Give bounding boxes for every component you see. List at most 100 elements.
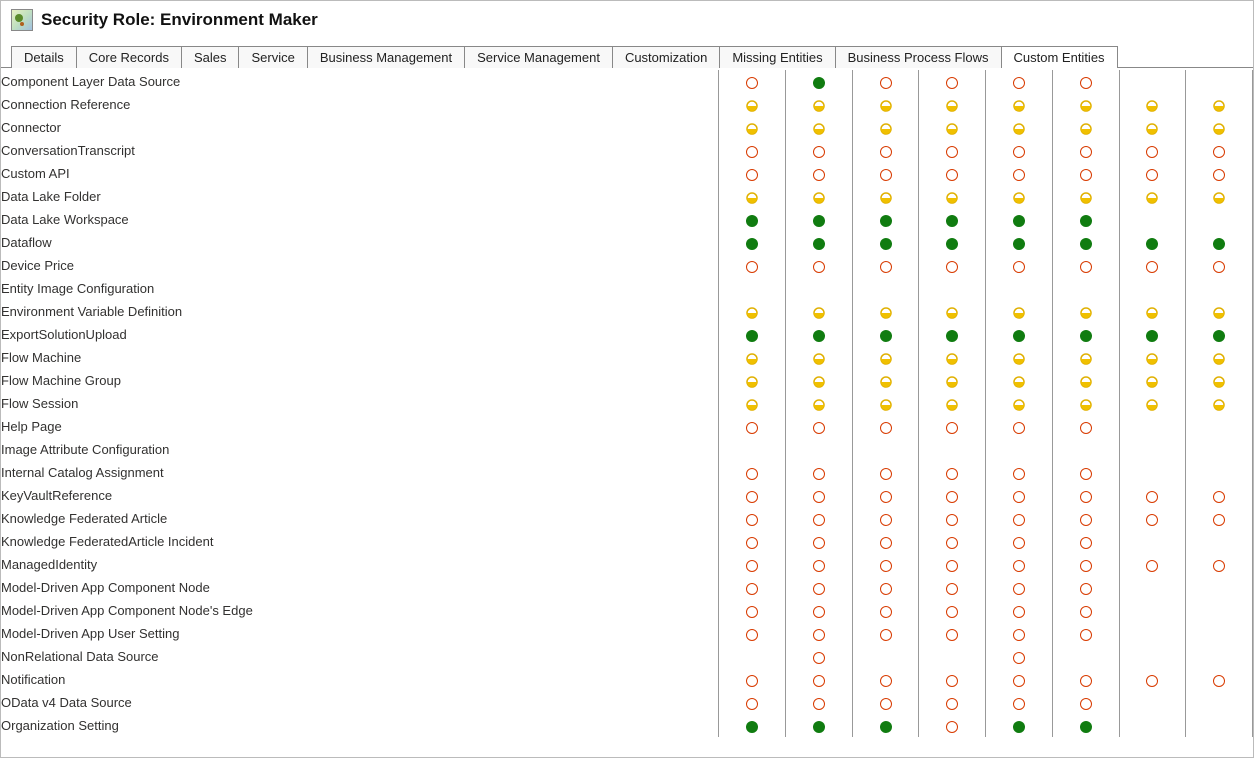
privilege-cell[interactable]: [786, 116, 853, 139]
entity-name-cell[interactable]: Flow Machine: [1, 346, 719, 369]
privilege-none-icon[interactable]: [1080, 675, 1092, 687]
privilege-partial-icon[interactable]: [746, 307, 758, 319]
privilege-none-icon[interactable]: [880, 583, 892, 595]
privilege-none-icon[interactable]: [1013, 537, 1025, 549]
privilege-cell[interactable]: [1052, 668, 1119, 691]
privilege-cell[interactable]: [852, 461, 919, 484]
privilege-cell[interactable]: [919, 576, 986, 599]
privilege-none-icon[interactable]: [946, 261, 958, 273]
privilege-cell[interactable]: [852, 139, 919, 162]
privilege-partial-icon[interactable]: [1080, 376, 1092, 388]
privilege-org-icon[interactable]: [813, 238, 825, 250]
privilege-cell[interactable]: [1186, 139, 1253, 162]
privilege-cell[interactable]: [1119, 162, 1186, 185]
privilege-none-icon[interactable]: [880, 629, 892, 641]
privilege-partial-icon[interactable]: [946, 100, 958, 112]
privilege-cell[interactable]: [719, 277, 786, 300]
entity-name-cell[interactable]: Device Price: [1, 254, 719, 277]
privilege-none-icon[interactable]: [880, 675, 892, 687]
privilege-none-icon[interactable]: [746, 146, 758, 158]
privilege-cell[interactable]: [1052, 93, 1119, 116]
entity-name-cell[interactable]: Help Page: [1, 415, 719, 438]
entity-name-cell[interactable]: ManagedIdentity: [1, 553, 719, 576]
privilege-cell[interactable]: [1052, 369, 1119, 392]
privilege-none-icon[interactable]: [1146, 560, 1158, 572]
privilege-none-icon[interactable]: [1013, 261, 1025, 273]
privilege-cell[interactable]: [1119, 185, 1186, 208]
privilege-none-icon[interactable]: [946, 514, 958, 526]
privilege-cell[interactable]: [852, 70, 919, 93]
privilege-cell[interactable]: [919, 346, 986, 369]
privilege-cell[interactable]: [852, 553, 919, 576]
privilege-cell[interactable]: [786, 323, 853, 346]
privilege-cell[interactable]: [919, 553, 986, 576]
privilege-cell[interactable]: [786, 185, 853, 208]
privilege-none-icon[interactable]: [880, 606, 892, 618]
privilege-cell[interactable]: [852, 576, 919, 599]
privilege-none-icon[interactable]: [813, 146, 825, 158]
privilege-cell[interactable]: [1119, 208, 1186, 231]
privilege-cell[interactable]: [786, 231, 853, 254]
privilege-none-icon[interactable]: [1213, 169, 1225, 181]
privilege-cell[interactable]: [786, 300, 853, 323]
privilege-cell[interactable]: [1052, 438, 1119, 461]
privilege-none-icon[interactable]: [1146, 169, 1158, 181]
privilege-cell[interactable]: [986, 530, 1053, 553]
privilege-cell[interactable]: [1186, 277, 1253, 300]
privilege-cell[interactable]: [1052, 116, 1119, 139]
privilege-cell[interactable]: [1052, 553, 1119, 576]
privilege-cell[interactable]: [986, 277, 1053, 300]
privilege-cell[interactable]: [986, 162, 1053, 185]
entity-name-cell[interactable]: Organization Setting: [1, 714, 719, 737]
privilege-cell[interactable]: [1186, 162, 1253, 185]
privilege-none-icon[interactable]: [813, 422, 825, 434]
privilege-none-icon[interactable]: [1013, 652, 1025, 664]
privilege-cell[interactable]: [1186, 714, 1253, 737]
privilege-cell[interactable]: [1052, 346, 1119, 369]
privilege-cell[interactable]: [986, 93, 1053, 116]
tab-service[interactable]: Service: [238, 46, 307, 68]
privilege-partial-icon[interactable]: [880, 376, 892, 388]
privilege-cell[interactable]: [786, 438, 853, 461]
privilege-cell[interactable]: [1119, 553, 1186, 576]
privilege-cell[interactable]: [719, 599, 786, 622]
privilege-none-icon[interactable]: [946, 77, 958, 89]
privilege-cell[interactable]: [986, 346, 1053, 369]
privilege-none-icon[interactable]: [1013, 560, 1025, 572]
entity-name-cell[interactable]: Model-Driven App Component Node: [1, 576, 719, 599]
privilege-org-icon[interactable]: [1013, 721, 1025, 733]
privilege-cell[interactable]: [1186, 438, 1253, 461]
privilege-cell[interactable]: [919, 392, 986, 415]
privilege-partial-icon[interactable]: [946, 353, 958, 365]
privilege-cell[interactable]: [919, 70, 986, 93]
privilege-partial-icon[interactable]: [1013, 376, 1025, 388]
privilege-cell[interactable]: [986, 668, 1053, 691]
privilege-org-icon[interactable]: [946, 238, 958, 250]
privilege-partial-icon[interactable]: [880, 399, 892, 411]
entity-name-cell[interactable]: Environment Variable Definition: [1, 300, 719, 323]
privilege-partial-icon[interactable]: [1080, 307, 1092, 319]
privilege-partial-icon[interactable]: [1013, 192, 1025, 204]
privilege-cell[interactable]: [986, 691, 1053, 714]
privilege-org-icon[interactable]: [813, 77, 825, 89]
privilege-cell[interactable]: [986, 645, 1053, 668]
privilege-cell[interactable]: [719, 323, 786, 346]
privilege-cell[interactable]: [786, 668, 853, 691]
privilege-none-icon[interactable]: [813, 606, 825, 618]
privilege-cell[interactable]: [1186, 323, 1253, 346]
privilege-cell[interactable]: [786, 645, 853, 668]
privilege-none-icon[interactable]: [1080, 169, 1092, 181]
privilege-cell[interactable]: [852, 369, 919, 392]
privilege-cell[interactable]: [852, 185, 919, 208]
privilege-cell[interactable]: [919, 116, 986, 139]
privilege-cell[interactable]: [1119, 622, 1186, 645]
privilege-cell[interactable]: [719, 691, 786, 714]
privilege-none-icon[interactable]: [880, 537, 892, 549]
privilege-none-icon[interactable]: [746, 261, 758, 273]
privilege-partial-icon[interactable]: [813, 100, 825, 112]
privilege-cell[interactable]: [1186, 231, 1253, 254]
privilege-partial-icon[interactable]: [813, 376, 825, 388]
privilege-cell[interactable]: [1186, 415, 1253, 438]
privilege-cell[interactable]: [986, 300, 1053, 323]
privilege-cell[interactable]: [919, 323, 986, 346]
